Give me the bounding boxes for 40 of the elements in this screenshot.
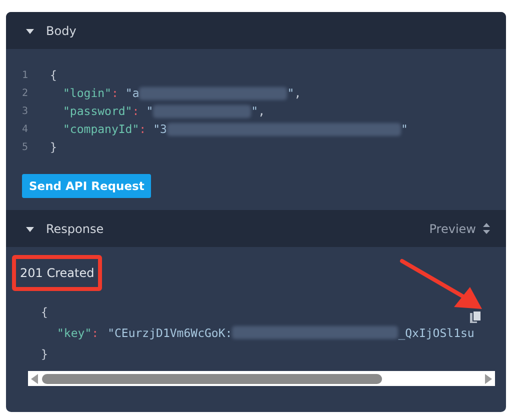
scrollbar-thumb[interactable] [42,374,382,384]
code-token: " [251,104,258,118]
code-token: : [92,326,99,340]
code-token: , [258,104,265,118]
line-number: 2 [22,88,30,98]
caret-icon[interactable] [26,26,34,34]
sort-icon[interactable] [483,223,490,234]
code-token: : [139,122,146,136]
copy-icon[interactable] [470,311,481,324]
horizontal-scrollbar[interactable] [28,371,495,386]
code-token: , [294,86,302,100]
line-number: 4 [22,124,30,134]
code-token: "CEurzjD1Vm6WcGoK: [108,326,232,340]
code-token: " [400,122,408,136]
code-token: "3 [153,122,167,136]
panel-title: Body [46,24,76,38]
scroll-right-icon[interactable] [484,374,492,384]
code-token: "companyId" [63,122,140,136]
line-number: 5 [22,142,30,152]
code-token: " [146,104,154,118]
panel-title: Response [46,222,104,236]
code-token: "a [125,86,140,100]
view-select[interactable]: Preview [429,222,476,236]
caret-icon[interactable] [26,224,34,232]
code-token: : [132,104,140,118]
line-number: 1 [22,70,30,80]
code-token: : [111,86,118,100]
scroll-left-icon[interactable] [31,374,39,384]
send-request-button[interactable]: Send API Request [22,174,152,198]
code-token: } [50,140,57,154]
code-token: " [287,86,294,100]
line-number: 3 [22,106,30,116]
code-token: "key" [57,326,92,340]
code-token: { [41,304,48,318]
code-token: _QxIjOSl1su [398,326,474,340]
code-token: } [41,346,48,360]
code-token: "login" [63,86,112,100]
code-token: "password" [63,104,132,118]
code-token: { [50,68,57,82]
status-text: 201 Created [12,255,102,291]
